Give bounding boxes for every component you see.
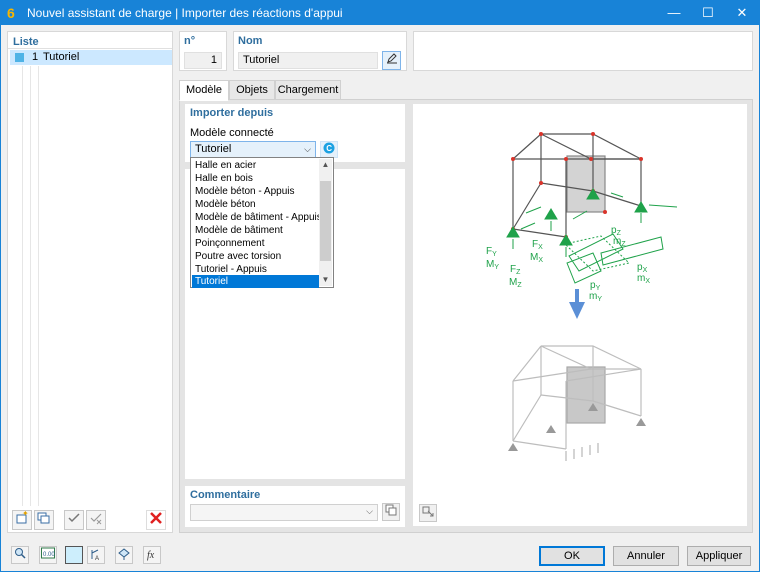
view-settings-icon[interactable] bbox=[419, 504, 437, 522]
svg-text:MX: MX bbox=[530, 252, 543, 264]
list-item-number: 1 bbox=[32, 51, 39, 63]
edit-name-icon[interactable] bbox=[382, 51, 401, 70]
connected-model-select[interactable]: Tutoriel ⌵ bbox=[190, 141, 316, 158]
title-bar: 6 Nouvel assistant de charge | Importer … bbox=[1, 1, 759, 25]
svg-text:✦: ✦ bbox=[22, 511, 29, 518]
model-dropdown-list: Halle en acier Halle en bois Modèle béto… bbox=[190, 157, 334, 288]
dropdown-option[interactable]: Modèle béton - Appuis bbox=[192, 185, 319, 198]
color-swatch-icon bbox=[15, 53, 24, 62]
copy-item-icon[interactable] bbox=[34, 510, 54, 530]
svg-text:FY: FY bbox=[486, 246, 497, 258]
connect-model-icon[interactable]: C bbox=[320, 141, 338, 158]
scroll-down-icon[interactable]: ▼ bbox=[319, 274, 332, 286]
cancel-button[interactable]: Annuler bbox=[613, 546, 679, 566]
tab-chargement[interactable]: Chargement bbox=[275, 80, 341, 100]
name-label: Nom bbox=[238, 35, 263, 47]
check-all-icon[interactable] bbox=[64, 510, 84, 530]
dropdown-option[interactable]: Halle en acier bbox=[192, 159, 319, 172]
dropdown-option[interactable]: Modèle de bâtiment bbox=[192, 224, 319, 237]
maximize-button[interactable]: ☐ bbox=[691, 1, 725, 25]
dropdown-option[interactable]: Modèle béton bbox=[192, 198, 319, 211]
number-label: n° bbox=[184, 35, 196, 47]
name-box: Nom Tutoriel bbox=[233, 31, 407, 71]
ok-button[interactable]: OK bbox=[539, 546, 605, 566]
tab-objets[interactable]: Objets bbox=[229, 80, 275, 100]
import-title: Importer depuis bbox=[190, 107, 274, 119]
svg-text:MY: MY bbox=[486, 259, 499, 271]
delete-icon[interactable] bbox=[146, 510, 166, 530]
list-panel: Liste 1 Tutoriel ✦ bbox=[7, 31, 173, 533]
dialog-window: 6 Nouvel assistant de charge | Importer … bbox=[0, 0, 760, 572]
svg-text:FZ: FZ bbox=[510, 264, 521, 276]
svg-text:mX: mX bbox=[637, 273, 650, 285]
list-item-label: Tutoriel bbox=[43, 51, 80, 63]
load-wizard-illustration: FY MY FX MX FZ MZ pZ mZ pX mX pY mY bbox=[486, 132, 678, 461]
number-field[interactable]: 1 bbox=[184, 52, 222, 69]
bottom-line-supports bbox=[565, 443, 599, 461]
new-item-icon[interactable]: ✦ bbox=[12, 509, 32, 530]
svg-text:C: C bbox=[326, 144, 332, 153]
uncheck-all-icon[interactable] bbox=[86, 510, 106, 530]
comment-title: Commentaire bbox=[190, 489, 261, 501]
tree-guide-line bbox=[22, 66, 23, 506]
window-title: Nouvel assistant de charge | Importer de… bbox=[27, 6, 343, 20]
svg-text:mZ: mZ bbox=[613, 236, 626, 248]
frame-structure-top bbox=[512, 133, 642, 238]
svg-text:mY: mY bbox=[589, 291, 602, 303]
comment-copy-icon[interactable] bbox=[382, 503, 400, 521]
scroll-up-icon[interactable]: ▲ bbox=[319, 159, 332, 171]
tree-guide-line bbox=[30, 66, 31, 506]
list-title: Liste bbox=[13, 36, 39, 48]
scroll-thumb[interactable] bbox=[320, 181, 331, 261]
model-view-icon[interactable]: A bbox=[87, 546, 105, 564]
dropdown-option[interactable]: Halle en bois bbox=[192, 172, 319, 185]
dropdown-option[interactable]: Modèle de bâtiment - Appuis bbox=[192, 211, 322, 224]
select-value: Tutoriel bbox=[195, 143, 232, 155]
apply-button[interactable]: Appliquer bbox=[687, 546, 751, 566]
transfer-arrow-icon bbox=[569, 289, 585, 319]
svg-text:0.00: 0.00 bbox=[43, 552, 55, 558]
name-field[interactable]: Tutoriel bbox=[238, 52, 378, 69]
render-icon[interactable] bbox=[115, 546, 133, 564]
tree-guide-line bbox=[38, 66, 39, 506]
tab-modele[interactable]: Modèle bbox=[179, 80, 229, 101]
svg-text:fx: fx bbox=[147, 550, 155, 561]
minimize-button[interactable]: — bbox=[657, 1, 691, 25]
svg-text:FX: FX bbox=[532, 239, 543, 251]
dropdown-scrollbar[interactable]: ▲ ▼ bbox=[319, 159, 332, 286]
units-icon[interactable]: 0.00 bbox=[39, 546, 57, 564]
comment-select[interactable]: ⌵ bbox=[190, 504, 378, 521]
dropdown-option[interactable]: Poutre avec torsion bbox=[192, 250, 319, 263]
search-icon[interactable] bbox=[11, 546, 29, 564]
chevron-down-icon: ⌵ bbox=[304, 144, 311, 154]
chevron-down-icon: ⌵ bbox=[366, 506, 373, 516]
dropdown-option-selected[interactable]: Tutoriel bbox=[192, 275, 319, 288]
number-box: n° 1 bbox=[179, 31, 227, 71]
frame-structure-bottom bbox=[512, 345, 642, 450]
dropdown-option[interactable]: Poinçonnement bbox=[192, 237, 319, 250]
svg-text:A: A bbox=[95, 556, 99, 561]
formula-icon[interactable]: fx bbox=[143, 546, 161, 564]
list-item-tutoriel[interactable]: 1 Tutoriel bbox=[10, 50, 172, 65]
app-logo-icon: 6 bbox=[7, 5, 15, 21]
description-box bbox=[413, 31, 753, 71]
color-picker-icon[interactable] bbox=[65, 546, 83, 564]
connected-model-label: Modèle connecté bbox=[190, 127, 274, 139]
close-window-button[interactable]: ✕ bbox=[725, 1, 759, 25]
preview-panel: FY MY FX MX FZ MZ pZ mZ pX mX pY mY bbox=[413, 104, 747, 526]
svg-text:MZ: MZ bbox=[509, 277, 522, 289]
list-divider bbox=[8, 48, 172, 49]
